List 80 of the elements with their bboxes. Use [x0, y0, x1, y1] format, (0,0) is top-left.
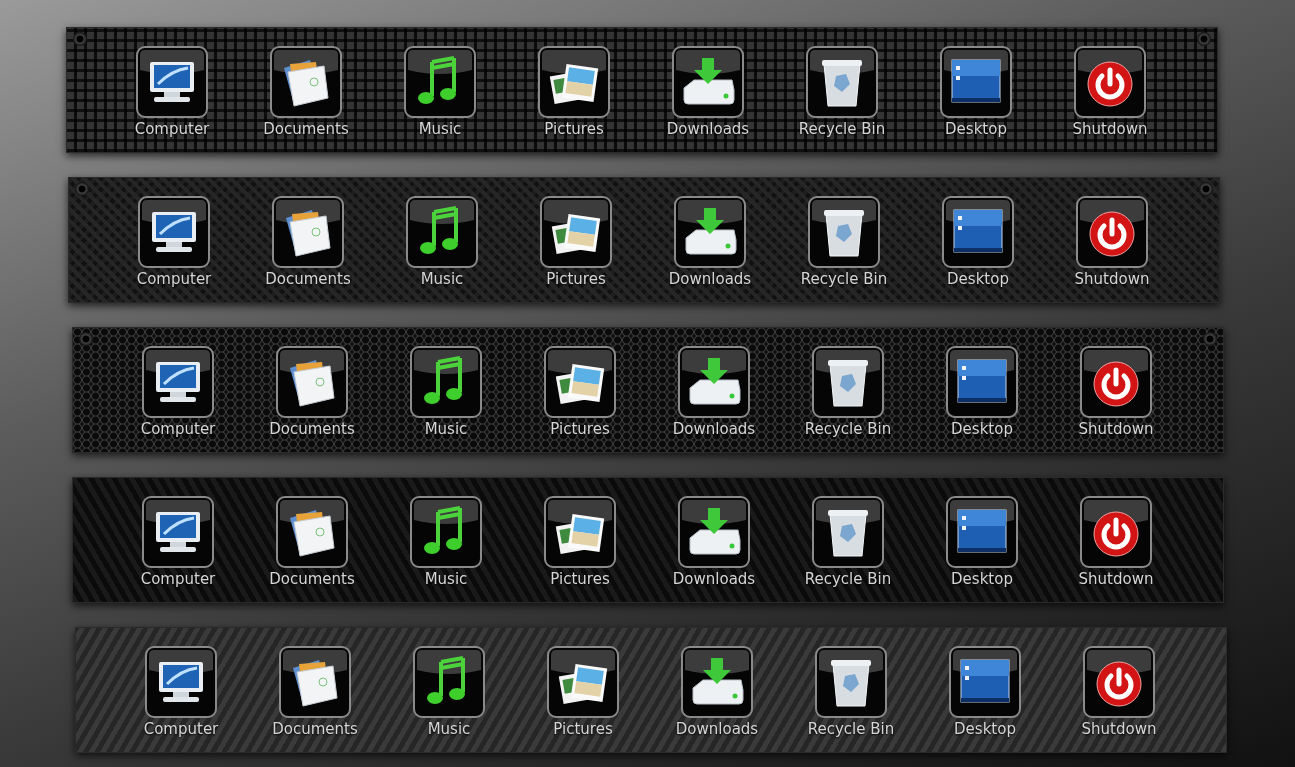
- dock-item[interactable]: Music: [373, 46, 507, 152]
- dock-item[interactable]: Pictures: [513, 496, 647, 602]
- download-drive-icon: [678, 346, 750, 418]
- trash-bin-icon: [812, 496, 884, 568]
- dock-item[interactable]: Downloads: [647, 496, 781, 602]
- folder-icon: [270, 46, 342, 118]
- dock-item[interactable]: Shutdown: [1043, 46, 1177, 152]
- dock-item[interactable]: Desktop: [915, 346, 1049, 452]
- monitor-icon: [145, 646, 217, 718]
- download-drive-icon: [674, 196, 746, 268]
- trash-bin-icon: [806, 46, 878, 118]
- photo-icon: [540, 196, 612, 268]
- power-icon: [1083, 646, 1155, 718]
- dock-item[interactable]: Documents: [248, 646, 382, 752]
- music-note-icon: [410, 496, 482, 568]
- dock-item[interactable]: Recycle Bin: [781, 496, 915, 602]
- dock-item[interactable]: Music: [382, 646, 516, 752]
- dock-item[interactable]: Pictures: [513, 346, 647, 452]
- dock-item[interactable]: Music: [375, 196, 509, 302]
- music-note-icon: [410, 346, 482, 418]
- dock-item[interactable]: Documents: [241, 196, 375, 302]
- dock-item[interactable]: Desktop: [915, 496, 1049, 602]
- dock-item[interactable]: Computer: [114, 646, 248, 752]
- monitor-icon: [142, 496, 214, 568]
- trash-bin-icon: [815, 646, 887, 718]
- dock-item[interactable]: Shutdown: [1049, 496, 1183, 602]
- dock-item[interactable]: Documents: [245, 346, 379, 452]
- power-icon: [1080, 496, 1152, 568]
- dock-item[interactable]: Desktop: [909, 46, 1043, 152]
- dock-item[interactable]: Downloads: [647, 346, 781, 452]
- monitor-icon: [138, 196, 210, 268]
- dock-item[interactable]: Shutdown: [1045, 196, 1179, 302]
- dock-item[interactable]: Music: [379, 496, 513, 602]
- dock-item[interactable]: Shutdown: [1052, 646, 1186, 752]
- folder-icon: [279, 646, 351, 718]
- dock-item[interactable]: Pictures: [509, 196, 643, 302]
- power-icon: [1076, 196, 1148, 268]
- dock-item[interactable]: Music: [379, 346, 513, 452]
- dock-item[interactable]: Recycle Bin: [777, 196, 911, 302]
- monitor-icon: [142, 346, 214, 418]
- dock-item[interactable]: Downloads: [650, 646, 784, 752]
- music-note-icon: [404, 46, 476, 118]
- photo-icon: [538, 46, 610, 118]
- dock-item[interactable]: Computer: [111, 346, 245, 452]
- dock-item[interactable]: Recycle Bin: [775, 46, 909, 152]
- trash-bin-icon: [812, 346, 884, 418]
- dock-item[interactable]: Downloads: [641, 46, 775, 152]
- dock-item[interactable]: Computer: [105, 46, 239, 152]
- folder-icon: [276, 346, 348, 418]
- download-drive-icon: [672, 46, 744, 118]
- desktop-window-icon: [949, 646, 1021, 718]
- folder-icon: [272, 196, 344, 268]
- music-note-icon: [406, 196, 478, 268]
- music-note-icon: [413, 646, 485, 718]
- folder-icon: [276, 496, 348, 568]
- power-icon: [1080, 346, 1152, 418]
- dock-item[interactable]: Documents: [245, 496, 379, 602]
- dock-item[interactable]: Documents: [239, 46, 373, 152]
- photo-icon: [544, 346, 616, 418]
- photo-icon: [544, 496, 616, 568]
- trash-bin-icon: [808, 196, 880, 268]
- photo-icon: [547, 646, 619, 718]
- power-icon: [1074, 46, 1146, 118]
- desktop-window-icon: [946, 496, 1018, 568]
- desktop-window-icon: [946, 346, 1018, 418]
- dock-item[interactable]: Recycle Bin: [784, 646, 918, 752]
- download-drive-icon: [681, 646, 753, 718]
- dock-item[interactable]: Downloads: [643, 196, 777, 302]
- dock-item[interactable]: Pictures: [516, 646, 650, 752]
- dock-item[interactable]: Shutdown: [1049, 346, 1183, 452]
- dock-item[interactable]: Recycle Bin: [781, 346, 915, 452]
- dock-item[interactable]: Desktop: [911, 196, 1045, 302]
- desktop-window-icon: [940, 46, 1012, 118]
- dock-item[interactable]: Desktop: [918, 646, 1052, 752]
- dock-item[interactable]: Pictures: [507, 46, 641, 152]
- download-drive-icon: [678, 496, 750, 568]
- desktop-window-icon: [942, 196, 1014, 268]
- monitor-icon: [136, 46, 208, 118]
- dock-item[interactable]: Computer: [111, 496, 245, 602]
- dock-item[interactable]: Computer: [107, 196, 241, 302]
